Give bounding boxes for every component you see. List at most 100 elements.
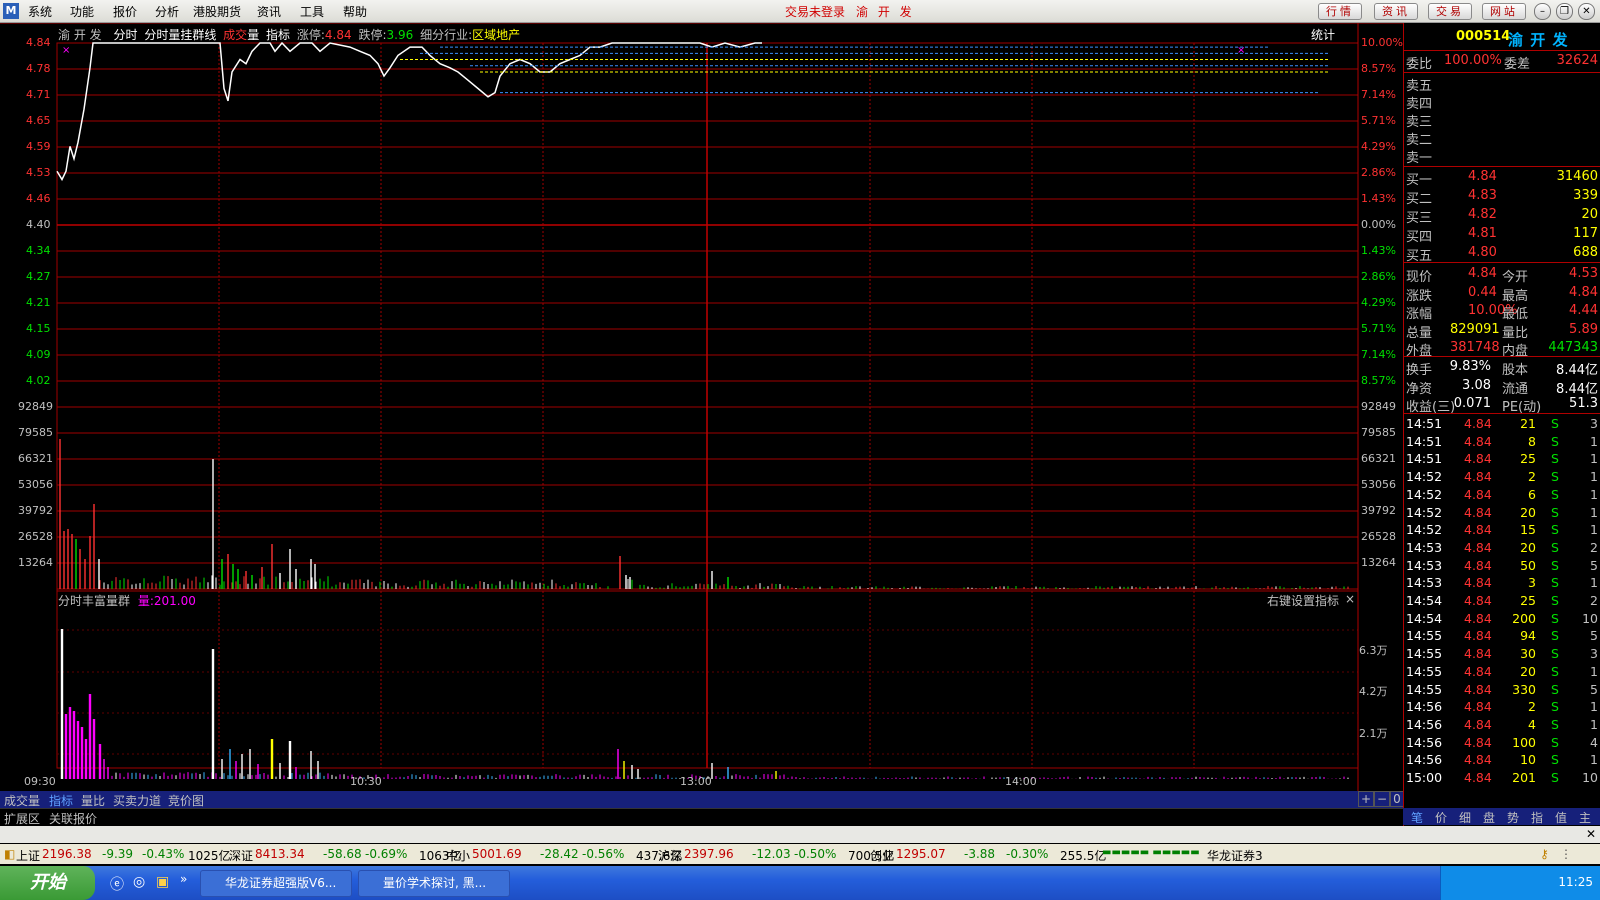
tick-count: 1 bbox=[1590, 451, 1598, 467]
zoom-out-button[interactable]: − bbox=[1374, 791, 1390, 807]
lower-vol-value: 201.00 bbox=[153, 594, 196, 608]
menu-quote[interactable]: 报价 bbox=[113, 3, 137, 20]
quote-tab-5[interactable]: 指 bbox=[1531, 809, 1543, 826]
stat-label-2: 今开 bbox=[1502, 270, 1529, 285]
index-change-pct: -0.69% bbox=[365, 847, 408, 861]
tab-volume-ratio[interactable]: 量比 bbox=[81, 792, 105, 809]
browser-icon[interactable]: ◎ bbox=[133, 874, 145, 890]
news-button[interactable]: 资讯 bbox=[1374, 3, 1418, 20]
restore-icon[interactable]: ❐ bbox=[1556, 3, 1573, 20]
scrollbar-close-icon[interactable]: ✕ bbox=[1586, 827, 1596, 841]
index-bar-icon: ◧ bbox=[4, 847, 16, 861]
fundamental-value: 9.83% bbox=[1449, 359, 1491, 374]
buy-level-row[interactable]: 买四 4.81 117 bbox=[1404, 226, 1600, 245]
horizontal-scrollbar[interactable]: ✕ bbox=[0, 826, 1600, 843]
lower-panel-title: 分时丰富量群 bbox=[58, 594, 131, 608]
tick-price: 4.84 bbox=[1464, 716, 1492, 732]
lower-panel-close-icon[interactable]: × bbox=[1345, 592, 1355, 606]
tick-time: 15:00 bbox=[1406, 770, 1443, 785]
tab-related-quotes[interactable]: 关联报价 bbox=[49, 810, 97, 827]
quote-tab-2[interactable]: 细 bbox=[1459, 809, 1471, 826]
tab-volume-group-line[interactable]: 分时量挂群线 bbox=[144, 28, 216, 42]
stat-label: 涨跌 bbox=[1406, 288, 1433, 304]
tab-auction-chart[interactable]: 竞价图 bbox=[168, 792, 204, 809]
tick-time: 14:52 bbox=[1406, 504, 1443, 520]
zoom-in-button[interactable]: + bbox=[1358, 791, 1374, 807]
close-icon[interactable]: ✕ bbox=[1578, 3, 1595, 20]
menu-hk-futures[interactable]: 港股期货 bbox=[193, 3, 241, 20]
quote-tab-4[interactable]: 势 bbox=[1507, 809, 1519, 826]
tick-price: 4.84 bbox=[1464, 734, 1492, 750]
menu-system[interactable]: 系统 bbox=[28, 3, 52, 20]
tick-volume: 4 bbox=[1528, 716, 1536, 732]
index-change: -3.88 bbox=[964, 847, 996, 861]
stat-value-2: 5.89 bbox=[1569, 321, 1598, 337]
vol-tick-left-0: 92849 bbox=[18, 400, 53, 413]
tab-volume[interactable]: 成交量 bbox=[4, 792, 40, 809]
quote-tab-1[interactable]: 价 bbox=[1435, 809, 1447, 826]
industry-value[interactable]: 区域地产 bbox=[472, 28, 520, 42]
tick-price: 4.84 bbox=[1464, 539, 1492, 555]
quote-fundamental-row: 净资 3.08 流通 8.44亿 bbox=[1404, 377, 1600, 397]
quote-button[interactable]: 行情 bbox=[1318, 3, 1362, 20]
tick-volume: 8 bbox=[1528, 433, 1536, 449]
trade-status: 交易未登录 bbox=[785, 5, 846, 19]
tick-volume: 25 bbox=[1520, 593, 1536, 608]
quote-stat-row: 涨跌 0.44 最高 4.84 bbox=[1404, 284, 1600, 304]
stat-label: 涨幅 bbox=[1406, 307, 1433, 322]
tick-time: 14:56 bbox=[1406, 752, 1443, 768]
taskbar-item-hualong[interactable]: 华龙证券超强版V6... bbox=[200, 870, 352, 897]
minimize-icon[interactable]: – bbox=[1534, 3, 1551, 20]
tick-time: 14:52 bbox=[1406, 469, 1443, 485]
weicha-value: 32624 bbox=[1556, 53, 1598, 68]
menu-function[interactable]: 功能 bbox=[70, 3, 94, 20]
indicator-label[interactable]: 指标 bbox=[266, 28, 290, 42]
tab-buy-sell-force[interactable]: 买卖力道 bbox=[113, 792, 161, 809]
menu-help[interactable]: 帮助 bbox=[343, 3, 367, 20]
right-click-hint[interactable]: 右键设置指标 bbox=[1267, 592, 1339, 609]
ie-icon[interactable]: ⓔ bbox=[110, 874, 124, 894]
tab-indicator[interactable]: 指标 bbox=[49, 792, 73, 809]
zoom-reset-button[interactable]: 0 bbox=[1390, 791, 1404, 807]
index-change: -9.39 bbox=[102, 847, 134, 861]
fundamental-value-2: 8.44亿 bbox=[1556, 381, 1598, 397]
tick-row: 14:55 4.84 330 S 5 bbox=[1404, 682, 1600, 700]
quote-tab-6[interactable]: 值 bbox=[1555, 809, 1567, 826]
fundamental-value: 3.08 bbox=[1462, 377, 1491, 393]
menu-news[interactable]: 资讯 bbox=[257, 3, 281, 20]
quote-tab-0[interactable]: 笔 bbox=[1411, 809, 1423, 826]
app-icon[interactable]: ▣ bbox=[156, 874, 169, 890]
tick-price: 4.84 bbox=[1464, 593, 1492, 608]
tick-price: 4.84 bbox=[1464, 557, 1492, 573]
website-button[interactable]: 网站 bbox=[1482, 3, 1526, 20]
price-tick-3: 4.65 bbox=[26, 114, 51, 127]
intraday-chart[interactable]: × × bbox=[0, 23, 1403, 791]
quote-tab-3[interactable]: 盘 bbox=[1483, 809, 1495, 826]
quicklaunch-more-icon[interactable]: » bbox=[180, 872, 187, 886]
tab-extension-area[interactable]: 扩展区 bbox=[4, 810, 40, 827]
menu-tools[interactable]: 工具 bbox=[300, 3, 324, 20]
sell-level-label: 卖二 bbox=[1406, 133, 1433, 148]
buy-level-row[interactable]: 买五 4.80 688 bbox=[1404, 245, 1600, 264]
taskbar-item-forum[interactable]: 量价学术探讨, 黑... bbox=[358, 870, 510, 897]
quote-tab-7[interactable]: 主 bbox=[1579, 809, 1591, 826]
tick-price: 4.84 bbox=[1464, 504, 1492, 520]
buy-level-row[interactable]: 买一 4.84 31460 bbox=[1404, 169, 1600, 188]
market-breadth-icon: ▬▬▬▬▬ ▬▬▬▬▬ bbox=[1102, 847, 1200, 858]
trade-button[interactable]: 交易 bbox=[1428, 3, 1472, 20]
buy-level-row[interactable]: 买三 4.82 20 bbox=[1404, 207, 1600, 226]
menu-analysis[interactable]: 分析 bbox=[155, 3, 179, 20]
vol-tick-right-5: 26528 bbox=[1361, 530, 1396, 543]
buy-level-volume: 31460 bbox=[1556, 169, 1598, 184]
tick-volume: 20 bbox=[1520, 504, 1536, 520]
stats-button[interactable]: 统计 bbox=[1311, 26, 1335, 43]
start-button[interactable]: 开始 bbox=[0, 866, 95, 900]
tab-intraday[interactable]: 分时 bbox=[113, 28, 137, 42]
stock-name: 渝 开 发 bbox=[1508, 31, 1569, 49]
lock-icon[interactable]: ⚷ bbox=[1540, 847, 1549, 861]
stat-value: 0.44 bbox=[1468, 284, 1497, 300]
fundamental-label-2: 流通 bbox=[1502, 381, 1529, 397]
buy-level-row[interactable]: 买二 4.83 339 bbox=[1404, 188, 1600, 207]
index-value: 1295.07 bbox=[896, 847, 946, 861]
tick-count: 1 bbox=[1590, 752, 1598, 768]
